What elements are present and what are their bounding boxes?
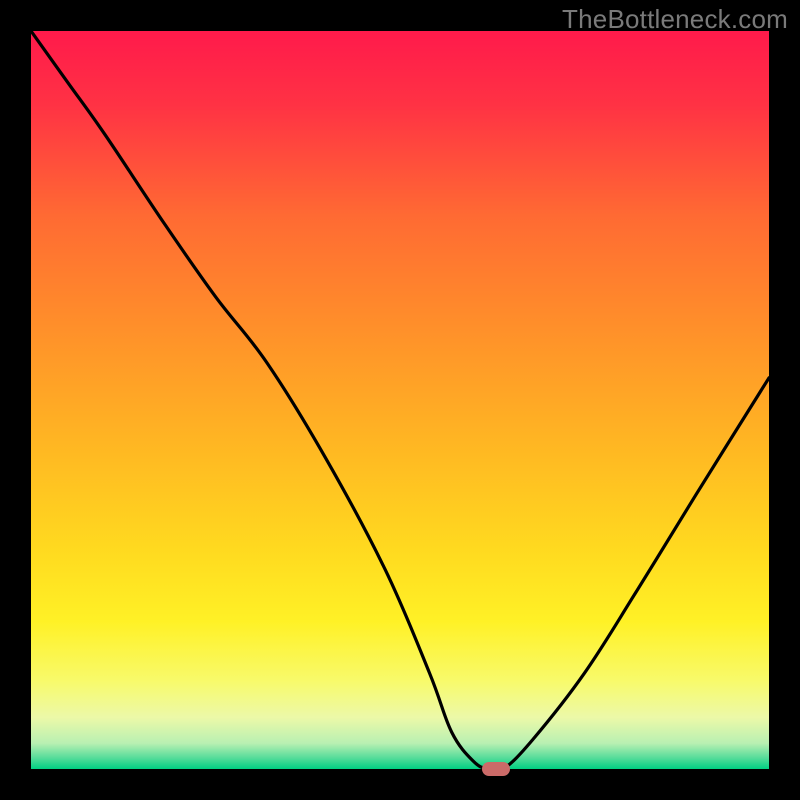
optimal-marker xyxy=(482,762,510,776)
chart-frame: TheBottleneck.com xyxy=(0,0,800,800)
plot-area xyxy=(31,31,769,769)
watermark-text: TheBottleneck.com xyxy=(562,4,788,35)
bottleneck-curve xyxy=(31,31,769,769)
